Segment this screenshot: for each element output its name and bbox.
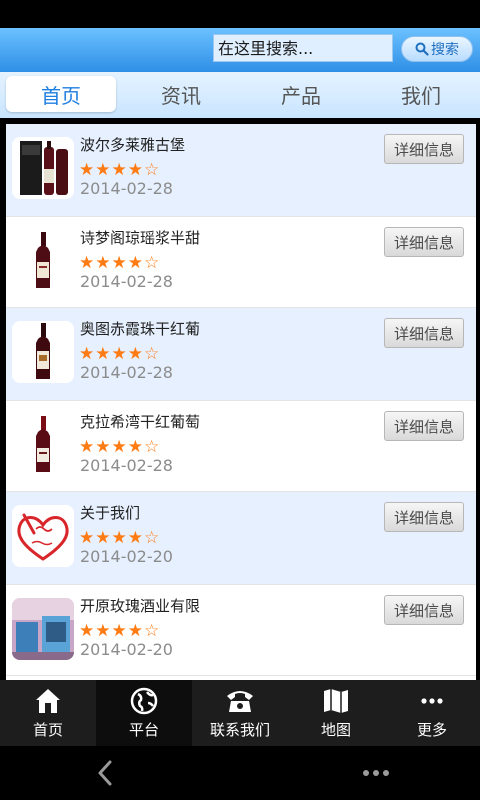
list-item[interactable]: 波尔多莱雅古堡 ★ ★ ★ ★ ☆ 2014-02-28 详细信息	[6, 124, 476, 216]
globe-icon	[130, 687, 158, 715]
star-rating: ★ ★ ★ ★ ☆	[79, 161, 159, 179]
star-filled-icon: ★	[127, 253, 143, 273]
star-filled-icon: ★	[127, 437, 143, 457]
item-title: 波尔多莱雅古堡	[80, 136, 186, 154]
home-icon	[34, 687, 62, 715]
item-date: 2014-02-28	[80, 363, 173, 382]
search-icon	[415, 42, 429, 56]
menu-dots-icon[interactable]	[358, 758, 394, 788]
star-filled-icon: ★	[111, 344, 127, 364]
wine-bottle-icon	[12, 414, 74, 476]
star-rating: ★ ★ ★ ★ ☆	[79, 529, 159, 547]
nav-map[interactable]: 地图	[288, 680, 384, 746]
tab-products[interactable]: 产品	[246, 76, 356, 112]
star-rating: ★ ★ ★ ★ ☆	[79, 254, 159, 272]
star-filled-icon: ★	[111, 160, 127, 180]
detail-button[interactable]: 详细信息	[384, 411, 464, 441]
star-filled-icon: ★	[127, 160, 143, 180]
map-icon	[322, 687, 350, 715]
status-bar	[0, 0, 480, 28]
tab-home[interactable]: 首页	[6, 76, 116, 112]
item-date: 2014-02-20	[80, 640, 173, 659]
list-item[interactable]: 奥图赤霞珠干红葡 ★ ★ ★ ★ ☆ 2014-02-28 详细信息	[6, 308, 476, 400]
back-icon[interactable]	[92, 758, 120, 788]
tab-bar: 首页 资讯 产品 我们	[0, 72, 480, 118]
phone-icon	[225, 687, 255, 715]
search-button-label: 搜索	[431, 42, 459, 58]
star-filled-icon: ★	[95, 253, 111, 273]
nav-platform-label: 平台	[128, 720, 159, 739]
star-empty-icon: ☆	[144, 344, 160, 364]
list-item[interactable]: 克拉希湾干红葡萄 ★ ★ ★ ★ ☆ 2014-02-28 详细信息	[6, 400, 476, 492]
star-rating: ★ ★ ★ ★ ☆	[79, 438, 159, 456]
system-nav-bar	[0, 746, 480, 800]
search-button[interactable]: 搜索	[401, 36, 473, 62]
star-filled-icon: ★	[111, 437, 127, 457]
list-item[interactable]: 诗梦阁琼瑶浆半甜 ★ ★ ★ ★ ☆ 2014-02-28 详细信息	[6, 216, 476, 308]
star-empty-icon: ☆	[144, 253, 160, 273]
detail-button[interactable]: 详细信息	[384, 134, 464, 164]
detail-button[interactable]: 详细信息	[384, 595, 464, 625]
star-rating: ★ ★ ★ ★ ☆	[79, 622, 159, 640]
detail-button[interactable]: 详细信息	[384, 318, 464, 348]
star-filled-icon: ★	[79, 621, 95, 641]
wine-bottle-icon	[12, 230, 74, 292]
tab-about[interactable]: 我们	[366, 76, 476, 112]
nav-home[interactable]: 首页	[0, 680, 96, 746]
star-empty-icon: ☆	[144, 621, 160, 641]
item-title: 开原玫瑰酒业有限	[80, 597, 201, 615]
star-filled-icon: ★	[79, 253, 95, 273]
item-title: 克拉希湾干红葡萄	[80, 413, 201, 431]
star-filled-icon: ★	[127, 528, 143, 548]
item-date: 2014-02-28	[80, 272, 173, 291]
star-filled-icon: ★	[95, 160, 111, 180]
nav-platform[interactable]: 平台	[96, 680, 192, 746]
tab-news[interactable]: 资讯	[126, 76, 236, 112]
star-filled-icon: ★	[79, 160, 95, 180]
star-filled-icon: ★	[111, 528, 127, 548]
star-empty-icon: ☆	[144, 160, 160, 180]
item-title: 诗梦阁琼瑶浆半甜	[80, 229, 201, 247]
more-icon	[420, 687, 444, 715]
detail-button[interactable]: 详细信息	[384, 502, 464, 532]
star-filled-icon: ★	[95, 437, 111, 457]
heart-about-us-icon	[12, 505, 74, 567]
item-title: 关于我们	[80, 504, 141, 522]
nav-more[interactable]: 更多	[384, 680, 480, 746]
item-date: 2014-02-28	[80, 179, 173, 198]
star-filled-icon: ★	[127, 621, 143, 641]
nav-contact[interactable]: 联系我们	[192, 680, 288, 746]
bottom-nav: 首页 平台 联系我们 地图 更多	[0, 680, 480, 746]
star-filled-icon: ★	[127, 344, 143, 364]
nav-map-label: 地图	[320, 720, 351, 739]
star-empty-icon: ☆	[144, 528, 160, 548]
star-filled-icon: ★	[79, 528, 95, 548]
nav-more-label: 更多	[416, 720, 447, 739]
detail-button[interactable]: 详细信息	[384, 227, 464, 257]
wine-box-icon	[12, 137, 74, 199]
nav-home-label: 首页	[32, 720, 63, 739]
item-title: 奥图赤霞珠干红葡	[80, 320, 201, 338]
star-filled-icon: ★	[111, 253, 127, 273]
star-empty-icon: ☆	[144, 437, 160, 457]
item-date: 2014-02-28	[80, 456, 173, 475]
nav-contact-label: 联系我们	[209, 720, 270, 739]
star-rating: ★ ★ ★ ★ ☆	[79, 345, 159, 363]
star-filled-icon: ★	[111, 621, 127, 641]
wine-bottle-icon	[12, 321, 74, 383]
star-filled-icon: ★	[95, 344, 111, 364]
interior-photo-icon	[12, 598, 74, 660]
search-input[interactable]	[213, 34, 393, 62]
product-list: 波尔多莱雅古堡 ★ ★ ★ ★ ☆ 2014-02-28 详细信息 诗梦阁琼瑶浆半甜 ★…	[6, 124, 476, 680]
item-date: 2014-02-20	[80, 547, 173, 566]
star-filled-icon: ★	[79, 344, 95, 364]
star-filled-icon: ★	[95, 621, 111, 641]
star-filled-icon: ★	[79, 437, 95, 457]
list-item[interactable]: 关于我们 ★ ★ ★ ★ ☆ 2014-02-20 详细信息	[6, 492, 476, 584]
star-filled-icon: ★	[95, 528, 111, 548]
list-item[interactable]: 开原玫瑰酒业有限 ★ ★ ★ ★ ☆ 2014-02-20 详细信息	[6, 584, 476, 676]
